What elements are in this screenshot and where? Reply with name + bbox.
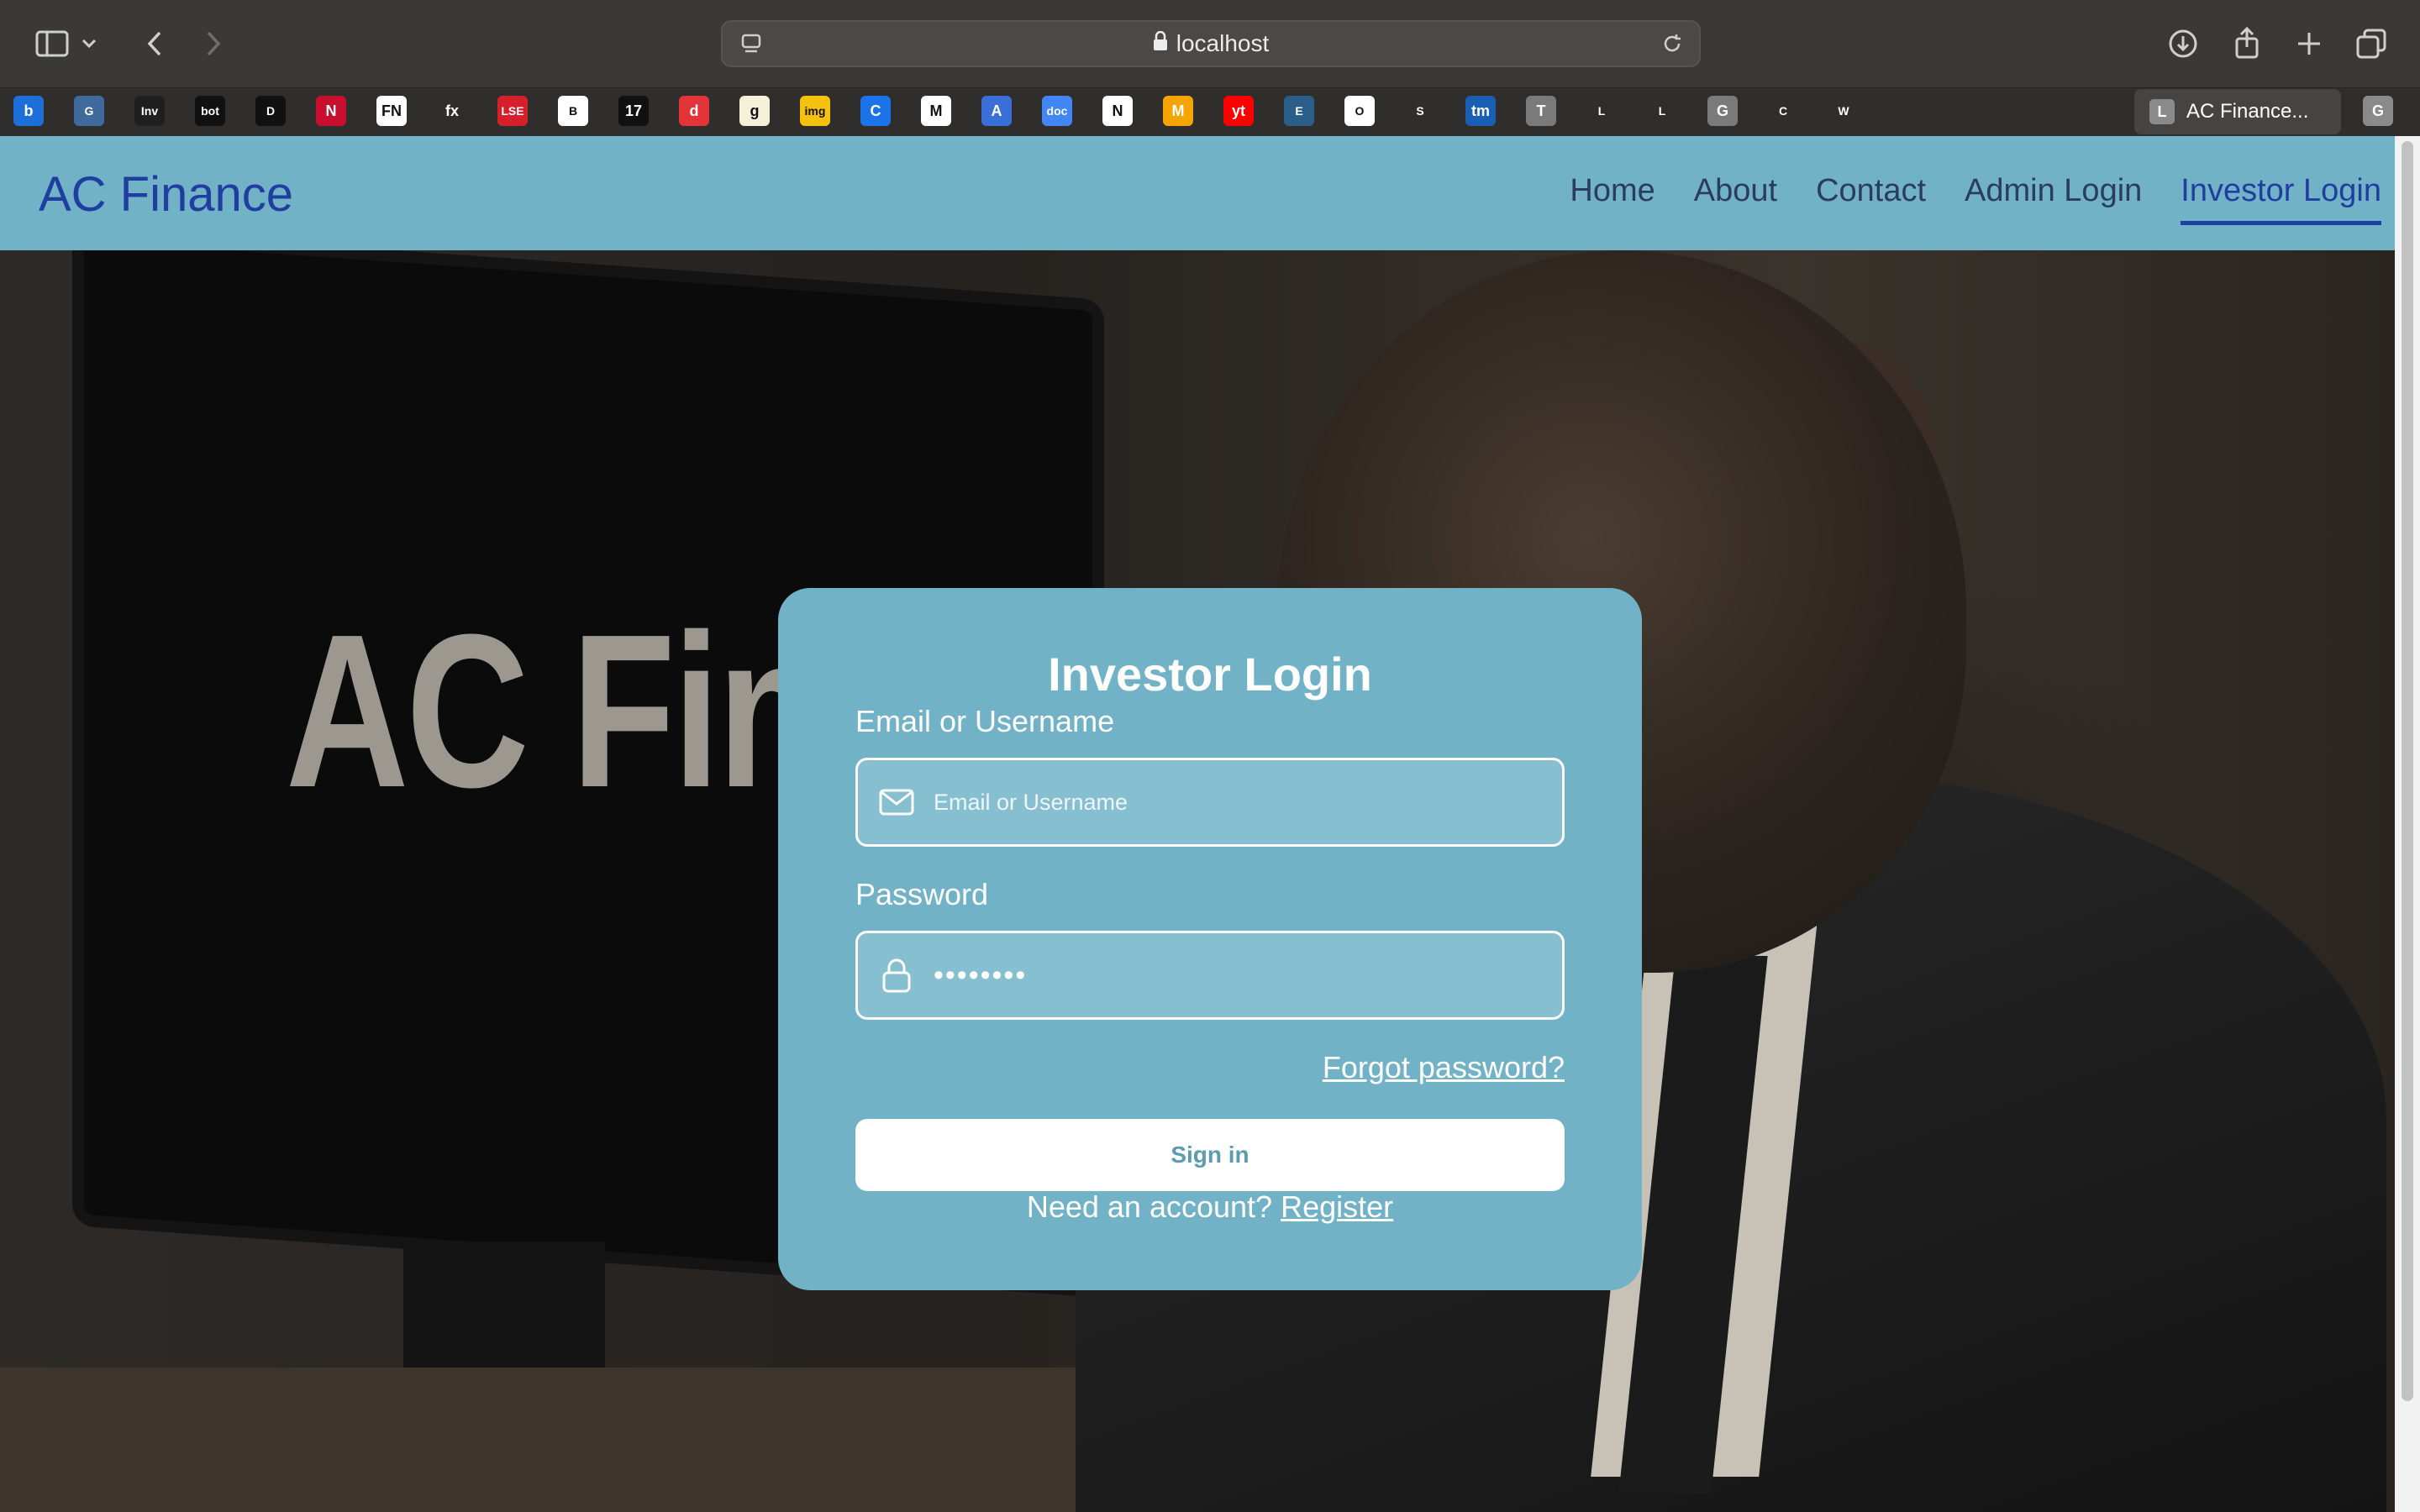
favorite-m-icon[interactable]: M	[1163, 96, 1193, 126]
tab-favicon-g[interactable]: G	[2363, 96, 2393, 126]
register-prompt-text: Need an account?	[1026, 1189, 1273, 1224]
url-display: localhost	[723, 22, 1699, 66]
favorite-leaf-icon[interactable]: L	[1647, 96, 1677, 126]
favorite-doc-icon[interactable]: doc	[1042, 96, 1072, 126]
email-input[interactable]	[934, 789, 1539, 816]
sidebar-toggle-icon[interactable]	[29, 20, 76, 67]
tab-ac-finance[interactable]: L AC Finance...	[2134, 89, 2341, 134]
nav-admin-login[interactable]: Admin Login	[1965, 173, 2142, 225]
downloads-icon[interactable]	[2160, 20, 2207, 67]
favorite-compass-icon[interactable]: C	[1768, 96, 1798, 126]
url-text: localhost	[1176, 30, 1270, 56]
address-bar[interactable]: localhost	[721, 20, 1701, 67]
tab-overview-icon[interactable]	[2348, 20, 2395, 67]
chevron-down-icon[interactable]	[74, 20, 104, 67]
favorite-bird-icon[interactable]: B	[558, 96, 588, 126]
new-tab-icon[interactable]	[2286, 20, 2333, 67]
nav-contact[interactable]: Contact	[1816, 173, 1926, 225]
email-label: Email or Username	[855, 704, 1115, 738]
nav-home[interactable]: Home	[1570, 173, 1655, 225]
sign-in-button[interactable]: Sign in	[855, 1119, 1565, 1191]
nav-about[interactable]: About	[1694, 173, 1777, 225]
favorite-d-icon[interactable]: d	[679, 96, 709, 126]
favorite-star-icon[interactable]: S	[1405, 96, 1435, 126]
favorite-17-icon[interactable]: 17	[618, 96, 649, 126]
favorite-g-icon[interactable]: G	[1707, 96, 1738, 126]
lock-icon	[1153, 30, 1168, 57]
favorite-openai-icon[interactable]: O	[1344, 96, 1375, 126]
favorite-a-icon[interactable]: A	[981, 96, 1012, 126]
nav-investor-login[interactable]: Investor Login	[2181, 173, 2381, 225]
main-nav: Home About Contact Admin Login Investor …	[1570, 173, 2381, 225]
favorite-img-icon[interactable]: img	[800, 96, 830, 126]
email-field[interactable]	[855, 758, 1565, 847]
favorite-inv-icon[interactable]: Inv	[134, 96, 165, 126]
tab-favicon: L	[2149, 99, 2175, 124]
register-link[interactable]: Register	[1281, 1189, 1393, 1224]
favorite-tm-icon[interactable]: tm	[1465, 96, 1496, 126]
reload-icon[interactable]	[1650, 22, 1694, 66]
scrollbar-thumb[interactable]	[2402, 141, 2413, 1401]
forward-icon[interactable]	[190, 20, 237, 67]
password-field[interactable]: ••••••••	[855, 931, 1565, 1020]
favorite-leaf-icon[interactable]: L	[1586, 96, 1617, 126]
favorites-bar	[0, 87, 2420, 136]
favorite-c-icon[interactable]: C	[860, 96, 891, 126]
brand-logo[interactable]: AC Finance	[39, 166, 293, 223]
favorite-n-icon[interactable]: N	[1102, 96, 1133, 126]
register-prompt: Need an account? Register	[778, 1189, 1642, 1225]
favorite-diamond-icon[interactable]: D	[255, 96, 286, 126]
favorite-wave-icon[interactable]: W	[1828, 96, 1859, 126]
favorite-earth-icon[interactable]: E	[1284, 96, 1314, 126]
favorite-lse-icon[interactable]: LSE	[497, 96, 528, 126]
favorite-n-icon[interactable]: N	[316, 96, 346, 126]
back-icon[interactable]	[131, 20, 178, 67]
browser-toolbar: localhost	[0, 0, 2420, 87]
favorite-m-icon[interactable]: M	[921, 96, 951, 126]
tab-title: AC Finance...	[2186, 100, 2309, 123]
favorite-t-icon[interactable]: T	[1526, 96, 1556, 126]
password-label: Password	[855, 877, 989, 911]
mail-icon	[878, 784, 915, 821]
favorite-b-icon[interactable]: b	[13, 96, 44, 126]
password-input[interactable]: ••••••••	[934, 959, 1027, 992]
favorite-yt-icon[interactable]: yt	[1223, 96, 1254, 126]
login-title: Investor Login	[1048, 648, 1372, 701]
forgot-password-link[interactable]: Forgot password?	[1323, 1050, 1565, 1085]
favorite-fx-icon[interactable]: fx	[437, 96, 467, 126]
favorite-bot-icon[interactable]: bot	[195, 96, 225, 126]
favorite-globe-icon[interactable]: G	[74, 96, 104, 126]
page-scrollbar[interactable]	[2395, 136, 2420, 1512]
favorite-g-icon[interactable]: g	[739, 96, 770, 126]
lock-icon	[878, 957, 915, 994]
site-navbar: AC Finance Home About Contact Admin Logi…	[0, 136, 2395, 250]
share-icon[interactable]	[2223, 20, 2270, 67]
favorite-fn-icon[interactable]: FN	[376, 96, 407, 126]
login-card: Investor Login Email or Username Passwor…	[778, 588, 1642, 1290]
desk-illustration	[0, 1368, 1176, 1512]
